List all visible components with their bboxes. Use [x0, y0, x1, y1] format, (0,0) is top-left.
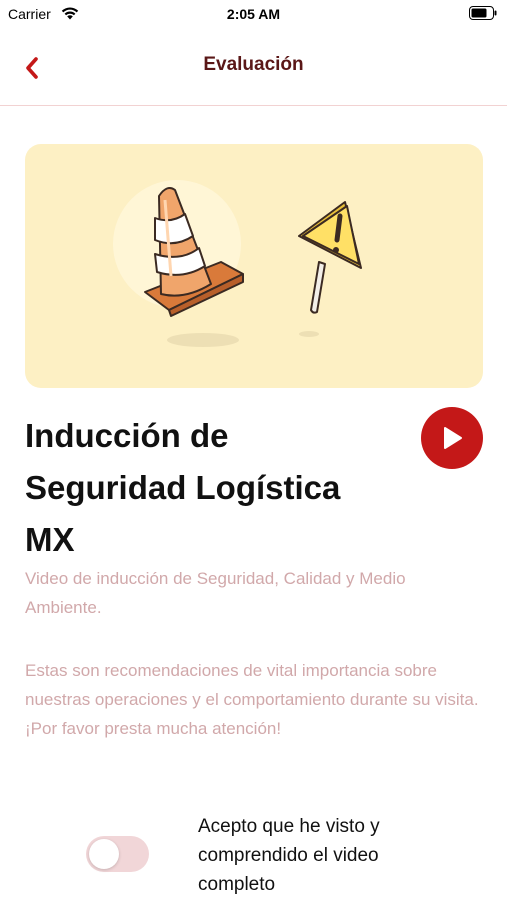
course-title-line: Inducción de	[25, 417, 229, 454]
page-title: Evaluación	[203, 54, 304, 75]
course-description: Estas son recomendaciones de vital impor…	[25, 661, 479, 738]
status-time: 2:05 AM	[226, 6, 281, 22]
traffic-cone-and-warning-sign-illustration	[113, 180, 362, 347]
course-title: Inducción de Seguridad Logística MX	[25, 410, 405, 566]
play-video-button[interactable]	[421, 407, 483, 469]
battery-icon	[469, 6, 497, 20]
nav-bar: Evaluación	[0, 40, 507, 106]
course-subtitle: Video de inducción de Seguridad, Calidad…	[25, 569, 406, 617]
consent-label: Acepto que he visto y comprendido el vid…	[198, 816, 380, 895]
status-bar: Carrier 2:05 AM	[0, 0, 507, 30]
toggle-knob	[89, 839, 119, 869]
consent-toggle[interactable]	[86, 836, 149, 872]
course-title-line: MX	[25, 521, 75, 558]
course-title-line: Seguridad Logística	[25, 469, 341, 506]
hero-illustration	[25, 144, 483, 388]
consent-row: Acepto que he visto y comprendido el vid…	[0, 808, 507, 900]
warning-sign-icon	[298, 201, 362, 314]
play-icon	[444, 427, 462, 449]
